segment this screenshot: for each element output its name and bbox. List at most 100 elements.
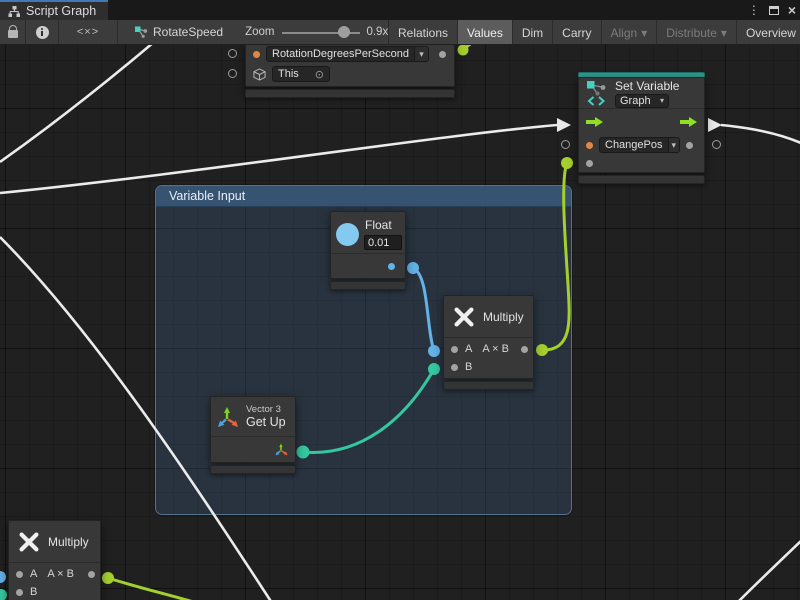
teal-wire-endpoint-edge [0,589,7,600]
input-port-b[interactable] [451,364,458,371]
set-variable-node[interactable]: Set Variable Graph ▾ ChangePos [578,72,705,184]
relations-button[interactable]: Relations [388,20,457,45]
cube-icon [253,68,266,81]
multiply-node-bottom[interactable]: Multiply A A × B B [8,520,101,600]
output-port[interactable] [521,346,528,353]
lock-icon [8,30,18,38]
dim-button[interactable]: Dim [512,20,552,45]
output-port[interactable] [88,571,95,578]
node-title: Set Variable [615,79,679,93]
target-field[interactable]: This ⊙ [272,66,330,82]
node-footer [330,281,406,290]
zoom-slider-handle[interactable] [338,26,350,38]
align-button[interactable]: Align▾ [601,20,657,45]
multiply-icon [17,530,41,554]
variable-name-dropdown[interactable]: ChangePos ▾ [599,137,680,153]
input-port[interactable] [586,160,593,167]
close-icon[interactable]: × [788,3,796,17]
input-ring-port[interactable] [561,140,570,149]
target-picker-icon[interactable]: ⊙ [315,68,324,81]
maximize-icon[interactable] [769,6,779,15]
green-wire-top[interactable] [463,45,479,50]
input-port-b[interactable] [16,589,23,596]
input-ring-port[interactable] [228,49,237,58]
breadcrumb-label: RotateSpeed [153,25,223,39]
flow-wire-left-top[interactable] [0,45,154,162]
zoom-value: 0.9x [366,26,388,38]
tab-title: Script Graph [26,4,96,18]
green-wire-endpoint [458,45,469,56]
flow-in-arrow[interactable] [586,117,603,128]
target-value: This [278,68,299,80]
blue-wire-endpoint-edge [0,571,6,583]
multiply-node[interactable]: Multiply A A × B B [443,295,534,390]
node-footer [210,465,296,474]
float-output-port[interactable] [388,263,395,270]
input-port-a[interactable] [16,571,23,578]
group-title: Variable Input [169,189,245,203]
info-icon [36,26,49,39]
green-wire-endpoint [102,572,114,584]
distribute-button[interactable]: Distribute▾ [656,20,736,45]
chevron-down-icon: ▾ [641,26,647,40]
flow-out-arrow[interactable] [680,117,697,128]
group-header[interactable]: Variable Input [156,186,571,207]
variable-name: RotationDegreesPerSecond [267,48,414,60]
graph-canvas[interactable]: Variable Input [0,45,800,600]
vector3-port-icon[interactable] [275,443,288,456]
port-b-label: B [465,361,472,373]
input-port-a[interactable] [451,346,458,353]
port-a-label: A [30,568,37,580]
green-wire-bottom-multiply[interactable] [108,578,197,600]
output-port[interactable] [686,142,693,149]
flow-wire-into-set-variable[interactable] [0,125,557,193]
value-port[interactable] [586,142,593,149]
toolbar-buttons: Relations Values Dim Carry Align▾ Distri… [388,20,800,45]
scope-dropdown[interactable]: Graph ▾ [615,94,669,108]
node-type-label: Vector 3 [246,404,286,415]
chevron-down-icon: ▾ [414,47,428,61]
hierarchy-icon [8,5,21,18]
port-out-label: A × B [482,343,509,355]
variable-name-dropdown[interactable]: RotationDegreesPerSecond ▾ [266,46,429,62]
overview-button[interactable]: Overview [736,20,800,45]
flow-wire-bottom-right[interactable] [738,541,800,600]
multiply-icon [452,305,476,329]
chevron-down-icon: ▾ [668,138,680,152]
get-up-node[interactable]: Vector 3 Get Up [210,396,296,474]
node-title: Multiply [48,535,89,549]
port-b-label: B [30,586,37,598]
node-footer [578,175,705,184]
get-variable-node[interactable]: RotationDegreesPerSecond ▾ This ⊙ [245,45,455,98]
code-view-icon: <×> [77,26,99,38]
tab-script-graph[interactable]: Script Graph [0,0,108,20]
input-ring-port[interactable] [228,69,237,78]
node-title: Multiply [483,310,524,324]
chevron-down-icon: ▾ [721,26,727,40]
zoom-slider[interactable] [282,20,360,45]
output-port[interactable] [439,51,446,58]
flow-wire-out-right[interactable] [721,125,800,143]
float-value-input[interactable] [364,235,402,250]
set-variable-icon [585,80,609,106]
zoom-label: Zoom [245,26,274,38]
flow-arrowhead-out [708,118,722,132]
node-footer [245,89,455,98]
kebab-menu-icon[interactable]: ⋮ [748,4,760,16]
lock-button[interactable] [0,20,26,44]
node-footer [443,381,534,390]
info-button[interactable] [26,20,59,44]
float-literal-node[interactable]: Float [330,211,406,290]
code-view-button[interactable]: <×> [59,20,118,44]
values-button[interactable]: Values [457,20,512,45]
node-title: Get Up [246,415,286,429]
node-title: Float [365,218,392,232]
output-ring-port[interactable] [712,140,721,149]
float-type-icon [336,223,359,246]
port-out-label: A × B [47,568,74,580]
breadcrumb[interactable]: RotateSpeed [134,20,223,44]
graph-toolbar: <×> RotateSpeed Zoom 0.9x Relations Valu… [0,20,800,45]
value-port[interactable] [253,51,260,58]
tab-bar: Script Graph ⋮ × [0,0,800,20]
carry-button[interactable]: Carry [552,20,600,45]
